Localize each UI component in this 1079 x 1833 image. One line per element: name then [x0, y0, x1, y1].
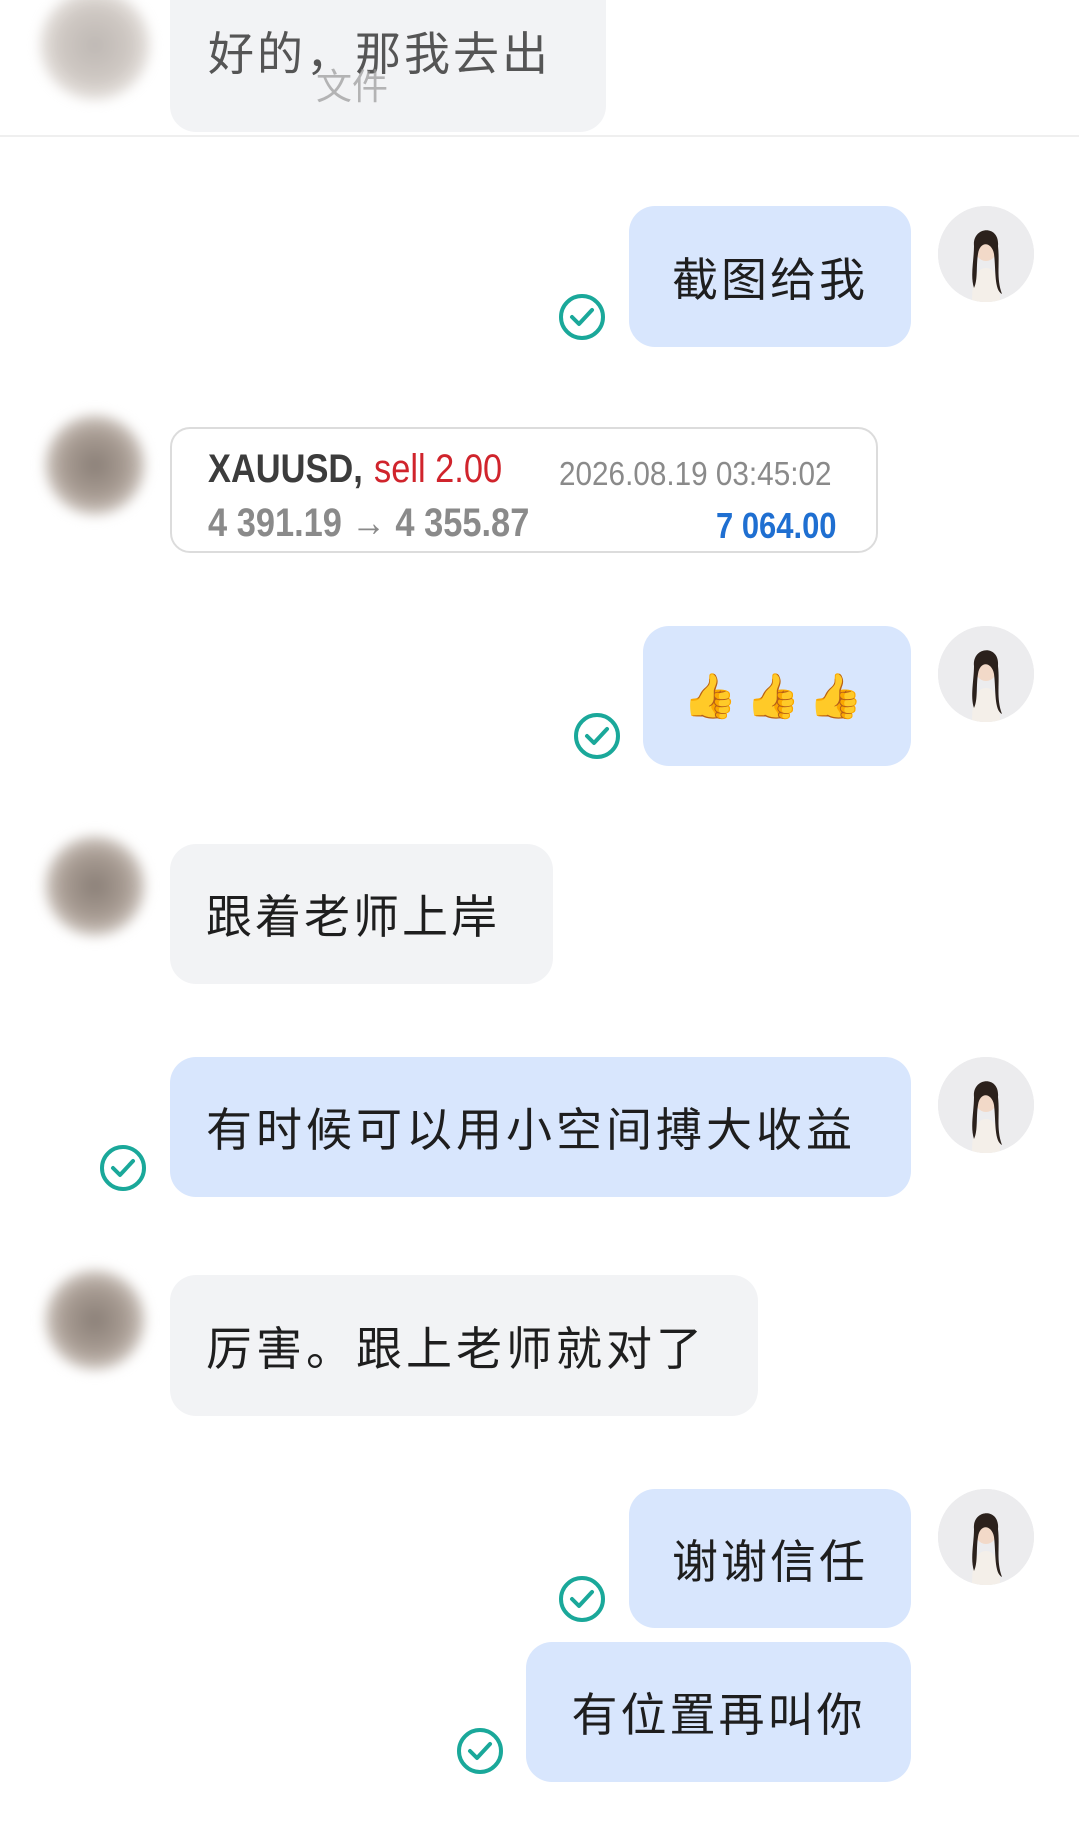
check-circle-icon [100, 1145, 146, 1191]
message-text: 厉害。跟上老师就对了 [206, 1321, 706, 1376]
trade-result-card[interactable]: XAUUSD, sell 2.00 2026.08.19 03:45:02 4 … [170, 427, 878, 553]
message-bubble-outgoing[interactable]: 有位置再叫你 [526, 1642, 911, 1782]
contact-avatar[interactable] [45, 415, 145, 515]
message-text: 谢谢信任 [672, 1534, 868, 1589]
check-circle-icon [559, 1576, 605, 1622]
check-circle-icon [457, 1728, 503, 1774]
trade-prices: 4 391.19 → 4 355.87 [208, 501, 530, 545]
message-bubble-outgoing[interactable]: 👍👍👍 [643, 626, 911, 766]
trade-side: sell 2.00 [374, 447, 503, 491]
trade-profit: 7 064.00 [716, 505, 837, 546]
own-avatar[interactable] [938, 1057, 1034, 1153]
message-bubble-incoming[interactable]: 厉害。跟上老师就对了 [170, 1275, 758, 1416]
message-bubble-outgoing[interactable]: 谢谢信任 [629, 1489, 911, 1628]
own-avatar[interactable] [938, 206, 1034, 302]
message-text: 有位置再叫你 [571, 1688, 866, 1742]
own-avatar[interactable] [938, 1489, 1034, 1585]
message-bubble-outgoing[interactable]: 有时候可以用小空间搏大收益 [170, 1057, 911, 1197]
message-bubble-incoming[interactable]: 跟着老师上岸 [170, 844, 553, 984]
contact-avatar[interactable] [45, 1270, 145, 1370]
message-text: 有时候可以用小空间搏大收益 [206, 1103, 856, 1157]
message-text: 👍👍👍 [682, 671, 872, 722]
contact-avatar-top[interactable] [40, 0, 150, 100]
message-bubble-outgoing[interactable]: 截图给我 [629, 206, 911, 347]
contact-avatar[interactable] [45, 836, 145, 936]
message-text: 截图给我 [672, 252, 868, 307]
separator-line [0, 135, 1079, 137]
trade-datetime: 2026.08.19 03:45:02 [559, 455, 832, 492]
check-circle-icon [559, 294, 605, 340]
check-circle-icon [574, 713, 620, 759]
trade-symbol: XAUUSD, [208, 447, 363, 491]
own-avatar[interactable] [938, 626, 1034, 722]
message-text: 跟着老师上岸 [206, 890, 500, 944]
blurred-overlay-text: 文件 [316, 67, 389, 108]
